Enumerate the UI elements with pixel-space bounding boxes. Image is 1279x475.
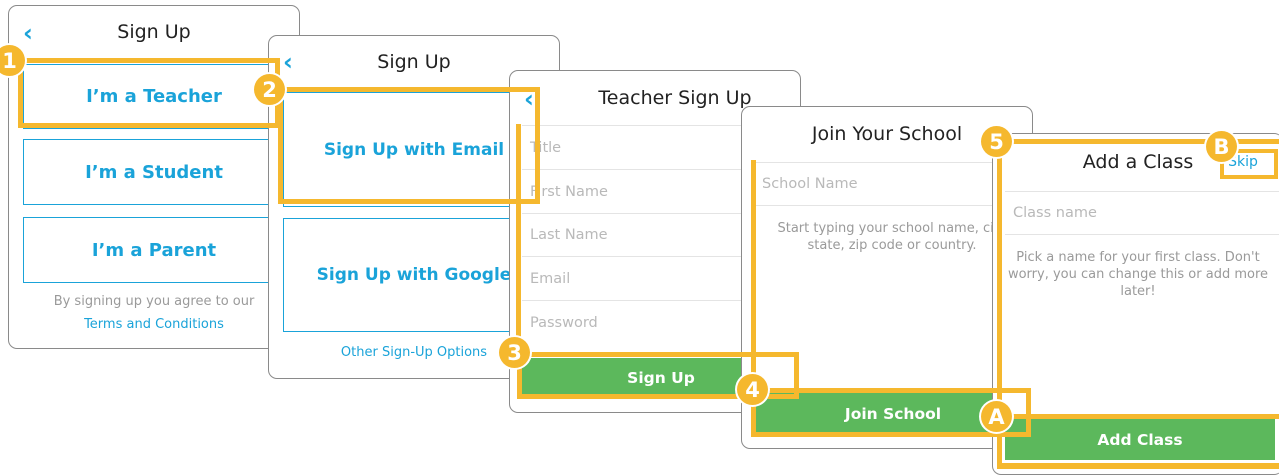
add-class-button[interactable]: Add Class [1005,419,1275,460]
teacher-button[interactable]: I’m a Teacher [23,64,285,129]
screen-sign-up-role: ‹ Sign Up I’m a Teacher I’m a Student I’… [8,5,300,349]
divider [1005,234,1279,235]
marker-b: B [1206,131,1237,162]
screen-title: Sign Up [117,21,191,43]
marker-4: 4 [737,374,768,405]
highlight-form-fields [516,124,521,364]
sign-up-email-button[interactable]: Sign Up with Email [283,92,545,207]
divider [754,205,1032,206]
screen-join-school: Join Your School School Name Start typin… [741,106,1033,449]
chevron-left-icon[interactable]: ‹ [524,87,534,111]
marker-5: 5 [981,126,1012,157]
sign-up-google-button[interactable]: Sign Up with Google [283,218,545,332]
terms-link[interactable]: Terms and Conditions [9,317,299,332]
class-name-field[interactable]: Class name [1005,192,1279,234]
marker-3: 3 [499,337,530,368]
school-name-field[interactable]: School Name [754,163,1032,205]
highlight-school-field [751,160,756,392]
parent-button[interactable]: I’m a Parent [23,217,285,283]
school-hint: Start typing your school name, city stat… [777,221,1007,253]
marker-2: 2 [254,74,285,105]
marker-a: A [981,401,1012,432]
screen-add-class: Add a Class Skip Class name Pick a name … [992,133,1279,475]
class-hint: Pick a name for your first class. Don't … [1007,250,1269,299]
student-button[interactable]: I’m a Student [23,139,285,205]
agree-text: By signing up you agree to our [53,294,255,309]
